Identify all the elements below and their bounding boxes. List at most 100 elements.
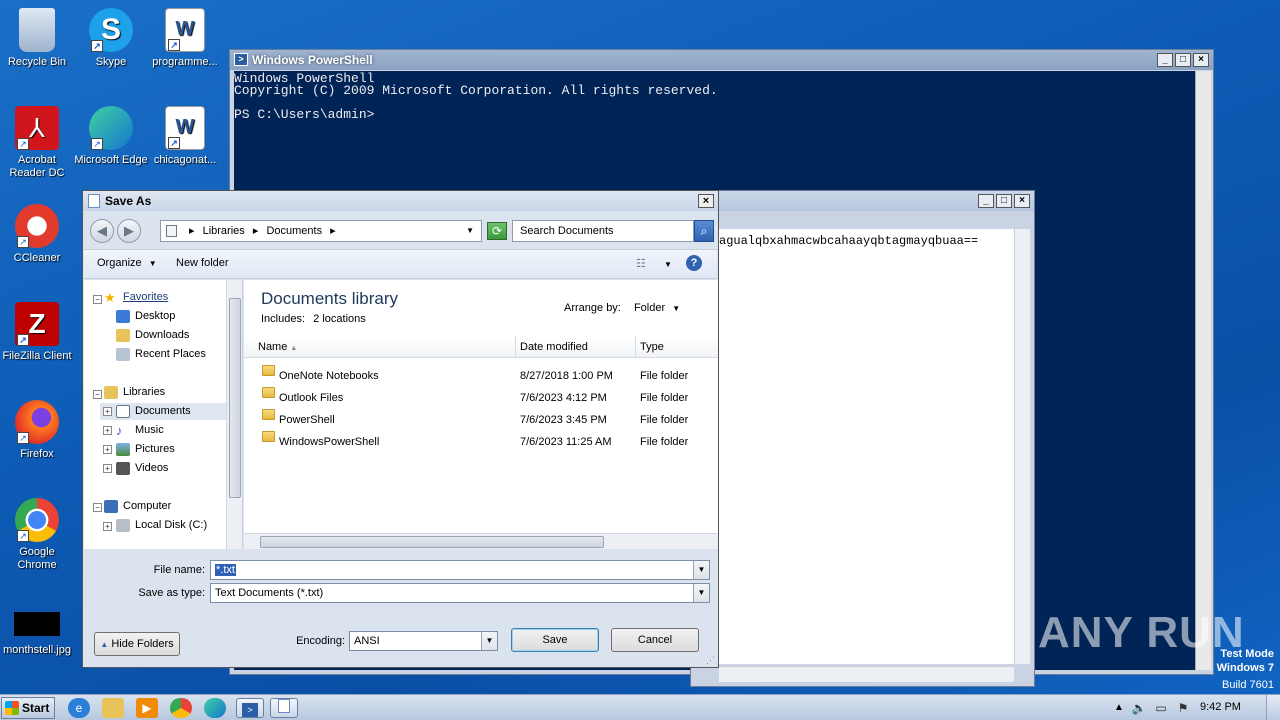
tree-music[interactable]: ♪ Music (116, 422, 164, 439)
tree-videos[interactable]: Videos (116, 460, 168, 477)
desktop-icon-recycle-bin[interactable]: Recycle Bin (0, 8, 74, 69)
arrange-dropdown[interactable]: Folder ▼ (634, 302, 680, 314)
network-icon[interactable]: ▭ (1150, 698, 1172, 718)
desktop-icon-filezilla[interactable]: Z ↗ FileZilla Client (0, 302, 74, 363)
expand-icon[interactable]: + (103, 522, 112, 531)
dialog-close-button[interactable]: × (698, 194, 714, 208)
notepad-hscrollbar[interactable] (719, 666, 1014, 682)
notepad-titlebar[interactable]: _ □ × (691, 191, 1034, 211)
save-button[interactable]: Save (511, 628, 599, 652)
breadcrumb-libraries[interactable]: Libraries (203, 225, 245, 237)
explorer-taskbar-icon[interactable] (102, 698, 124, 718)
file-row[interactable]: PowerShell 7/6/2023 3:45 PM File folder (244, 409, 718, 431)
address-dropdown-icon[interactable]: ▼ (466, 221, 474, 241)
powershell-scrollbar[interactable] (1195, 71, 1211, 670)
tree-documents[interactable]: Documents (100, 403, 226, 420)
file-type: File folder (640, 414, 689, 426)
breadcrumb-documents[interactable]: Documents (266, 225, 322, 237)
expand-icon[interactable]: + (103, 464, 112, 473)
column-label: Name (258, 341, 288, 353)
resize-grip-icon[interactable]: ⋰ (706, 655, 716, 665)
view-options-icon[interactable]: ☷ (636, 257, 646, 270)
edge-taskbar-icon[interactable] (204, 698, 226, 718)
organize-button[interactable]: Organize ▼ (97, 257, 157, 269)
notepad-vscrollbar[interactable] (1014, 229, 1030, 664)
cancel-button[interactable]: Cancel (611, 628, 699, 652)
desktop-icon-ccleaner[interactable]: ↗ CCleaner (0, 204, 74, 265)
tree-local-disk[interactable]: Local Disk (C:) (116, 517, 207, 534)
collapse-icon[interactable]: − (93, 390, 102, 399)
chevron-down-icon[interactable]: ▼ (481, 632, 497, 650)
file-row[interactable]: OneNote Notebooks 8/27/2018 1:00 PM File… (244, 365, 718, 387)
save-type-select[interactable]: Text Documents (*.txt) ▼ (210, 583, 710, 603)
tree-pictures[interactable]: Pictures (116, 441, 175, 458)
hide-folders-label: Hide Folders (111, 638, 174, 650)
column-type[interactable]: Type (636, 336, 718, 358)
expand-icon[interactable]: + (103, 445, 112, 454)
tree-computer[interactable]: Computer (104, 498, 171, 515)
ie-taskbar-icon[interactable]: e (68, 698, 90, 718)
powershell-taskbar-icon[interactable]: > (236, 698, 264, 718)
tree-recent-places[interactable]: Recent Places (116, 346, 206, 363)
close-button[interactable]: × (1193, 53, 1209, 67)
tree-favorites[interactable]: ★ Favorites (104, 289, 168, 306)
notepad-taskbar-icon[interactable] (270, 698, 298, 718)
chrome-taskbar-icon[interactable] (170, 698, 192, 718)
notepad-text-area[interactable]: agualqbxahmacwbcahaayqbtagmayqbuaa== (719, 229, 1030, 664)
file-row[interactable]: WindowsPowerShell 7/6/2023 11:25 AM File… (244, 431, 718, 453)
collapse-icon[interactable]: − (93, 295, 102, 304)
back-button[interactable]: ◀ (90, 219, 114, 243)
expand-icon[interactable]: + (103, 426, 112, 435)
collapse-icon[interactable]: − (93, 503, 102, 512)
powershell-titlebar[interactable]: > Windows PowerShell _ □ × (230, 50, 1213, 70)
clock[interactable]: 9:42 PM (1200, 701, 1241, 713)
desktop-icon-monthstell[interactable]: monthstell.jpg (0, 612, 74, 657)
desktop-icon-chicagonat[interactable]: W ↗ chicagonat... (148, 106, 222, 167)
volume-icon[interactable]: 🔈 (1128, 698, 1150, 718)
help-icon[interactable]: ? (686, 255, 702, 271)
file-list-hscrollbar[interactable] (244, 533, 718, 549)
action-center-flag-icon[interactable]: ⚑ (1172, 698, 1194, 718)
new-folder-button[interactable]: New folder (176, 257, 229, 269)
media-player-taskbar-icon[interactable]: ▶ (136, 698, 158, 718)
file-name-input[interactable]: *.txt ▼ (210, 560, 710, 580)
scrollbar-thumb[interactable] (260, 536, 604, 548)
search-icon[interactable]: ⌕ (694, 220, 714, 242)
refresh-button[interactable]: ⟳ (487, 222, 507, 240)
chevron-down-icon[interactable]: ▼ (693, 561, 709, 579)
column-date[interactable]: Date modified (516, 336, 636, 358)
scrollbar-thumb[interactable] (229, 298, 241, 498)
search-input[interactable]: Search Documents (512, 220, 694, 242)
file-row[interactable]: Outlook Files 7/6/2023 4:12 PM File fold… (244, 387, 718, 409)
column-name[interactable]: Name ▲ (244, 336, 516, 358)
includes-value[interactable]: 2 locations (313, 313, 366, 325)
tree-libraries[interactable]: Libraries (104, 384, 165, 401)
desktop-icon-acrobat[interactable]: ⅄ ↗ Acrobat Reader DC (0, 106, 74, 180)
tree-downloads[interactable]: Downloads (116, 327, 189, 344)
desktop-icon-firefox[interactable]: ↗ Firefox (0, 400, 74, 461)
tree-desktop[interactable]: Desktop (116, 308, 175, 325)
show-hidden-icons[interactable]: ▲ (1108, 698, 1130, 718)
start-button[interactable]: Start (1, 697, 55, 719)
forward-button[interactable]: ▶ (117, 219, 141, 243)
save-as-dialog[interactable]: Save As × ◀ ▶ ▸ Libraries ▸ Documents ▸ … (82, 190, 719, 668)
maximize-button[interactable]: □ (1175, 53, 1191, 67)
desktop-icon-edge[interactable]: ↗ Microsoft Edge (74, 106, 148, 167)
desktop-icon-skype[interactable]: S ↗ Skype (74, 8, 148, 69)
show-desktop-button[interactable] (1266, 695, 1280, 720)
dialog-titlebar[interactable]: Save As × (83, 191, 718, 211)
navigation-scrollbar[interactable] (226, 280, 242, 549)
chevron-down-icon[interactable]: ▼ (664, 260, 672, 269)
expand-icon[interactable]: + (103, 407, 112, 416)
address-bar[interactable]: ▸ Libraries ▸ Documents ▸ ▼ (160, 220, 482, 242)
desktop-icon-chrome[interactable]: ↗ Google Chrome (0, 498, 74, 572)
notepad-window[interactable]: _ □ × agualqbxahmacwbcahaayqbtagmayqbuaa… (690, 190, 1035, 687)
minimize-button[interactable]: _ (1157, 53, 1173, 67)
close-button[interactable]: × (1014, 194, 1030, 208)
chevron-down-icon[interactable]: ▼ (693, 584, 709, 602)
maximize-button[interactable]: □ (996, 194, 1012, 208)
desktop-icon-programme[interactable]: W ↗ programme... (148, 8, 222, 69)
encoding-select[interactable]: ANSI ▼ (349, 631, 498, 651)
hide-folders-button[interactable]: ▲ Hide Folders (94, 632, 180, 656)
minimize-button[interactable]: _ (978, 194, 994, 208)
